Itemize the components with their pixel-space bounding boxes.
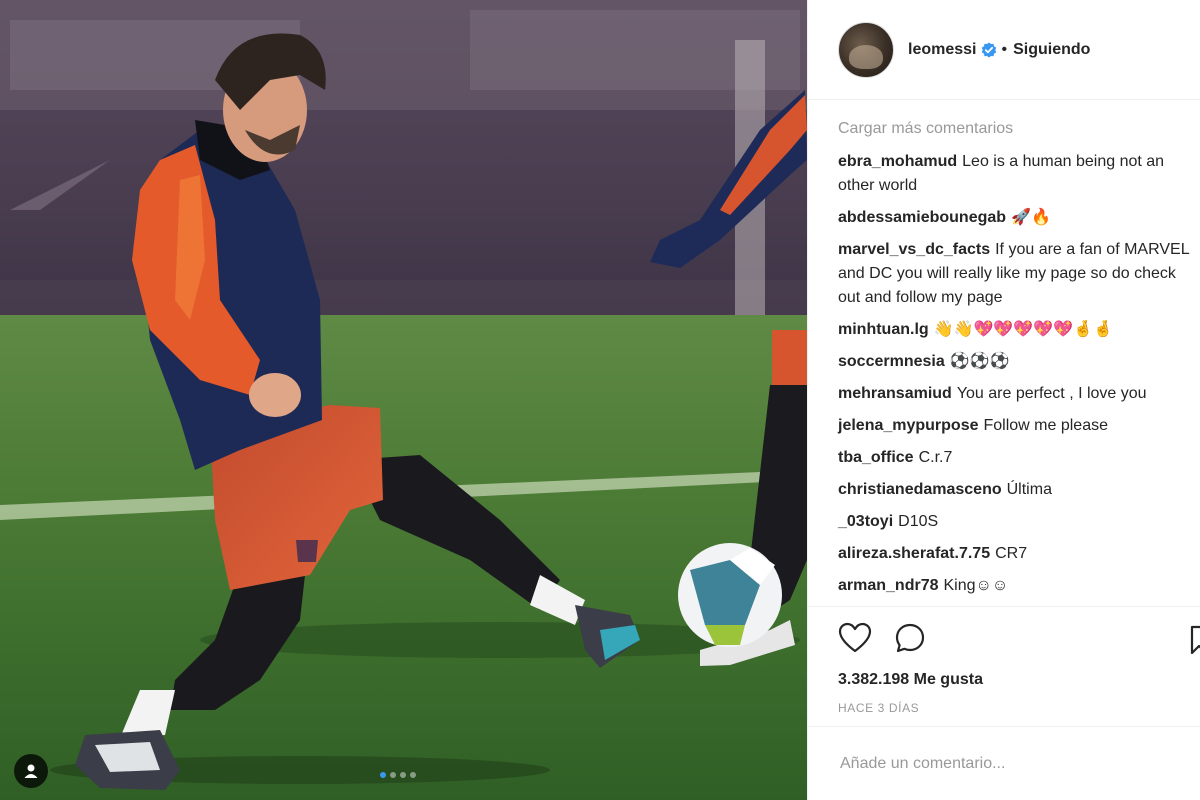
comment-text: Última [1006, 481, 1052, 498]
comment-author[interactable]: abdessamiebounegab [838, 209, 1006, 226]
comment-author[interactable]: arman_ndr78 [838, 577, 939, 594]
comments-list: Cargar más comentarios ebra_mohamud Leo i… [808, 100, 1200, 606]
carousel-dot[interactable] [390, 772, 396, 778]
comment-author[interactable]: ebra_mohamud [838, 153, 957, 170]
comment-author[interactable]: alireza.sherafat.7.75 [838, 545, 990, 562]
comment-item: ebra_mohamud Leo is a human being not an … [838, 150, 1190, 198]
comment-text: Follow me please [983, 417, 1109, 434]
comment-text: 👋👋💖💖💖💖💖🤞🤞 [933, 321, 1113, 338]
heart-icon[interactable] [838, 622, 872, 654]
carousel-dot[interactable] [410, 772, 416, 778]
comment-item: mehransamiud You are perfect , I love you [838, 382, 1190, 406]
comment-item: tba_office C.r.7 [838, 446, 1190, 470]
training-photo [0, 0, 807, 800]
comment-item: minhtuan.lg 👋👋💖💖💖💖💖🤞🤞 [838, 318, 1190, 342]
avatar[interactable] [838, 21, 894, 78]
comment-item: _03toyi D10S [838, 510, 1190, 534]
post-actions: 3.382.198 Me gusta HACE 3 DÍAS [808, 606, 1200, 726]
comment-author[interactable]: tba_office [838, 449, 914, 466]
carousel-dot-active[interactable] [380, 772, 386, 778]
comment-author[interactable]: christianedamasceno [838, 481, 1002, 498]
comment-text: You are perfect , I love you [956, 385, 1147, 402]
comment-text: C.r.7 [918, 449, 953, 466]
comment-text: D10S [898, 513, 939, 530]
post-timestamp: HACE 3 DÍAS [838, 701, 920, 715]
post-side-panel: leomessi • Siguiendo Cargar más comentar… [807, 0, 1200, 800]
comment-text: ⚽⚽⚽ [949, 353, 1010, 370]
comment-input[interactable] [838, 754, 1162, 774]
comment-author[interactable]: jelena_mypurpose [838, 417, 979, 434]
comment-author[interactable]: marvel_vs_dc_facts [838, 241, 990, 258]
instagram-post: leomessi • Siguiendo Cargar más comentar… [0, 0, 1200, 800]
comment-author[interactable]: soccermnesia [838, 353, 945, 370]
comment-item: soccermnesia ⚽⚽⚽ [838, 350, 1190, 374]
comment-text: King☺☺ [943, 577, 1009, 594]
likes-count[interactable]: 3.382.198 Me gusta [838, 671, 1200, 689]
separator-dot: • [1001, 40, 1008, 58]
comment-item: jelena_mypurpose Follow me please [838, 414, 1190, 438]
comment-item: alireza.sherafat.7.75 CR7 [838, 542, 1190, 566]
comment-author[interactable]: minhtuan.lg [838, 321, 929, 338]
carousel-dot[interactable] [400, 772, 406, 778]
comment-item: marvel_vs_dc_facts If you are a fan of MA… [838, 238, 1190, 310]
load-more-comments-link[interactable]: Cargar más comentarios [838, 120, 1190, 138]
add-comment-bar [808, 726, 1200, 800]
post-header: leomessi • Siguiendo [808, 0, 1200, 100]
user-tag-button[interactable] [14, 754, 48, 788]
comment-author[interactable]: mehransamiud [838, 385, 952, 402]
user-icon [24, 764, 38, 778]
carousel-dots [380, 772, 416, 778]
post-photo[interactable] [0, 0, 807, 800]
verified-badge-icon [981, 42, 997, 58]
comment-icon[interactable] [894, 622, 926, 654]
comment-item: arman_ndr78 King☺☺ [838, 574, 1190, 598]
username-link[interactable]: leomessi [908, 41, 976, 59]
comment-text: CR7 [995, 545, 1028, 562]
bookmark-icon[interactable] [1190, 625, 1200, 655]
following-button[interactable]: Siguiendo [1013, 41, 1090, 59]
comment-author[interactable]: _03toyi [838, 513, 893, 530]
comment-text: 🚀🔥 [1011, 209, 1051, 226]
comment-item: abdessamiebounegab 🚀🔥 [838, 206, 1190, 230]
comment-item: christianedamasceno Última [838, 478, 1190, 502]
action-icons [838, 621, 1200, 655]
